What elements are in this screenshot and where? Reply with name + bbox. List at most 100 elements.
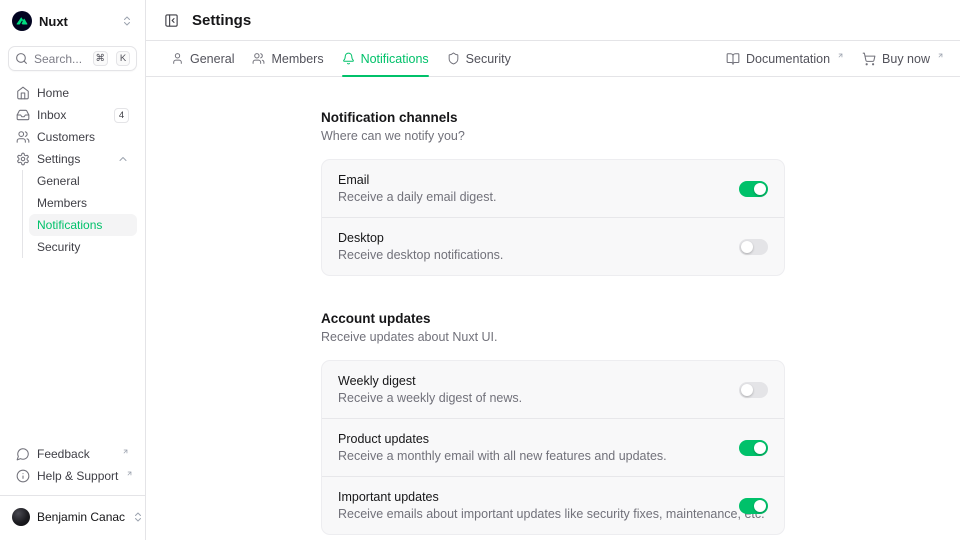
tab-security[interactable]: Security	[438, 41, 520, 76]
home-icon	[16, 86, 30, 100]
chevrons-up-down-icon	[121, 15, 133, 27]
desktop-toggle[interactable]	[739, 239, 768, 255]
setting-description: Receive emails about important updates l…	[338, 506, 723, 522]
settings-card: Weekly digest Receive a weekly digest of…	[321, 360, 785, 535]
setting-label: Weekly digest	[338, 373, 723, 389]
sidebar-item-customers[interactable]: Customers	[8, 126, 137, 148]
external-link-icon	[122, 448, 129, 455]
section-subtitle: Where can we notify you?	[321, 129, 785, 143]
main-panel: Settings General Members Notifications S…	[146, 0, 960, 540]
inbox-icon	[16, 108, 30, 122]
sidebar-item-feedback[interactable]: Feedback	[8, 443, 137, 465]
kbd-cmd: ⌘	[93, 51, 109, 66]
sidebar-item-label: Members	[37, 196, 129, 210]
message-bubble-icon	[16, 447, 30, 461]
sidebar-item-label: Customers	[37, 130, 129, 144]
user-menu[interactable]: Benjamin Canac	[8, 502, 137, 532]
buy-now-link[interactable]: Buy now	[862, 52, 944, 66]
sidebar-footer: Feedback Help & Support	[8, 443, 137, 487]
sidebar-item-label: Feedback	[37, 447, 114, 461]
user-name: Benjamin Canac	[37, 510, 125, 524]
settings-card: Email Receive a daily email digest. Desk…	[321, 159, 785, 276]
kbd-k: K	[116, 51, 130, 66]
search-input[interactable]: Search... ⌘ K	[8, 46, 137, 71]
shopping-cart-icon	[862, 52, 876, 66]
sidebar-item-label: Settings	[37, 152, 110, 166]
chevrons-up-down-icon	[132, 511, 144, 523]
sidebar-item-general[interactable]: General	[29, 170, 137, 192]
page-title: Settings	[192, 12, 251, 29]
sidebar-item-security[interactable]: Security	[29, 236, 137, 258]
setting-description: Receive desktop notifications.	[338, 247, 723, 263]
documentation-link[interactable]: Documentation	[726, 52, 844, 66]
bell-icon	[342, 52, 355, 65]
sidebar-item-members[interactable]: Members	[29, 192, 137, 214]
important-updates-toggle[interactable]	[739, 498, 768, 514]
settings-content: Notification channels Where can we notif…	[146, 77, 960, 540]
tab-label: Notifications	[361, 52, 429, 66]
setting-description: Receive a monthly email with all new fea…	[338, 448, 723, 464]
section-title: Notification channels	[321, 110, 785, 125]
book-open-icon	[726, 52, 740, 66]
workspace-switcher[interactable]: Nuxt	[8, 8, 137, 34]
setting-row-weekly-digest: Weekly digest Receive a weekly digest of…	[322, 361, 784, 418]
section-subtitle: Receive updates about Nuxt UI.	[321, 330, 785, 344]
setting-label: Desktop	[338, 230, 723, 246]
tab-label: General	[190, 52, 234, 66]
section-title: Account updates	[321, 311, 785, 326]
avatar	[12, 508, 30, 526]
inbox-count-badge: 4	[114, 108, 129, 123]
tab-label: Security	[466, 52, 511, 66]
sidebar-item-label: Security	[37, 240, 129, 254]
users-icon	[16, 130, 30, 144]
setting-description: Receive a daily email digest.	[338, 189, 723, 205]
weekly-digest-toggle[interactable]	[739, 382, 768, 398]
user-icon	[171, 52, 184, 65]
nuxt-logo-icon	[12, 11, 32, 31]
sidebar-item-inbox[interactable]: Inbox 4	[8, 104, 137, 126]
section-notification-channels: Notification channels Where can we notif…	[321, 110, 785, 276]
setting-row-important-updates: Important updates Receive emails about i…	[322, 476, 784, 534]
sidebar-divider	[0, 495, 145, 496]
external-link-icon	[837, 52, 844, 59]
tab-members[interactable]: Members	[243, 41, 332, 76]
sidebar-item-label: Help & Support	[37, 469, 118, 483]
panel-left-close-icon	[164, 13, 179, 28]
external-link-icon	[126, 470, 133, 477]
page-header: Settings	[146, 0, 960, 41]
sidebar-item-settings[interactable]: Settings	[8, 148, 137, 170]
link-label: Documentation	[746, 52, 830, 66]
sidebar-item-label: General	[37, 174, 129, 188]
product-updates-toggle[interactable]	[739, 440, 768, 456]
setting-label: Important updates	[338, 489, 723, 505]
sidebar-item-label: Notifications	[37, 218, 129, 232]
workspace-name: Nuxt	[39, 14, 114, 29]
external-link-icon	[937, 52, 944, 59]
search-icon	[15, 52, 28, 65]
sidebar-item-help-support[interactable]: Help & Support	[8, 465, 137, 487]
section-account-updates: Account updates Receive updates about Nu…	[321, 311, 785, 535]
tab-notifications[interactable]: Notifications	[333, 41, 438, 76]
sidebar-item-label: Inbox	[37, 108, 107, 122]
email-toggle[interactable]	[739, 181, 768, 197]
setting-row-product-updates: Product updates Receive a monthly email …	[322, 418, 784, 476]
sidebar: Nuxt Search... ⌘ K Home Inbox 4	[0, 0, 146, 540]
setting-label: Product updates	[338, 431, 723, 447]
sidebar-nav: Home Inbox 4 Customers Settings	[8, 82, 137, 258]
setting-row-desktop: Desktop Receive desktop notifications.	[322, 217, 784, 275]
info-circle-icon	[16, 469, 30, 483]
search-placeholder: Search...	[34, 52, 87, 66]
sidebar-item-label: Home	[37, 86, 129, 100]
chevron-up-icon	[117, 153, 129, 165]
sidebar-item-home[interactable]: Home	[8, 82, 137, 104]
sidebar-item-notifications[interactable]: Notifications	[29, 214, 137, 236]
link-label: Buy now	[882, 52, 930, 66]
header-toolbar: Documentation Buy now	[726, 52, 944, 66]
collapse-sidebar-button[interactable]	[162, 11, 181, 30]
tab-label: Members	[271, 52, 323, 66]
settings-subnav: General Members Notifications Security	[22, 170, 137, 258]
settings-tabbar: General Members Notifications Security	[146, 41, 960, 77]
users-icon	[252, 52, 265, 65]
tab-general[interactable]: General	[162, 41, 243, 76]
setting-description: Receive a weekly digest of news.	[338, 390, 723, 406]
